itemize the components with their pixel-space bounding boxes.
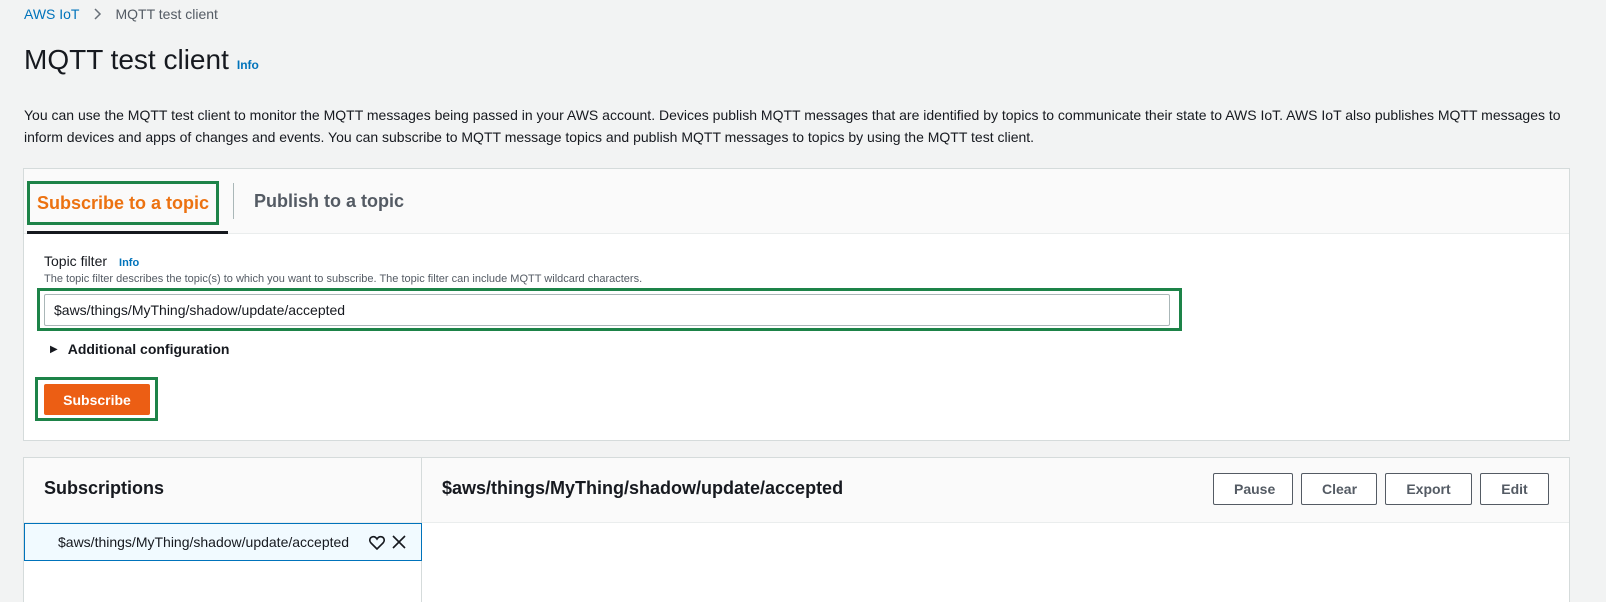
close-icon[interactable] bbox=[389, 532, 409, 552]
subscriptions-pane: Subscriptions $aws/things/MyThing/shadow… bbox=[24, 458, 422, 602]
clear-button[interactable]: Clear bbox=[1301, 473, 1377, 505]
messages-pane: $aws/things/MyThing/shadow/update/accept… bbox=[422, 458, 1569, 602]
edit-button[interactable]: Edit bbox=[1480, 473, 1549, 505]
subscriptions-title: Subscriptions bbox=[44, 478, 165, 498]
breadcrumb-aws-iot-link[interactable]: AWS IoT bbox=[24, 6, 80, 22]
page-description: You can use the MQTT test client to moni… bbox=[24, 107, 1561, 145]
tab-divider bbox=[233, 183, 234, 219]
topic-filter-description: The topic filter describes the topic(s) … bbox=[44, 273, 643, 285]
export-button[interactable]: Export bbox=[1385, 473, 1472, 505]
additional-configuration-label: Additional configuration bbox=[67, 341, 230, 357]
subscription-item[interactable]: $aws/things/MyThing/shadow/update/accept… bbox=[24, 523, 422, 561]
page-info-link[interactable]: Info bbox=[237, 58, 259, 72]
messages-actions: Pause Clear Export Edit bbox=[1213, 473, 1549, 505]
topic-filter-info-link[interactable]: Info bbox=[119, 257, 139, 269]
messages-topic-title: $aws/things/MyThing/shadow/update/accept… bbox=[442, 478, 844, 498]
page-title: MQTT test client bbox=[24, 44, 229, 75]
additional-configuration-toggle[interactable]: ▶ Additional configuration bbox=[50, 341, 229, 357]
breadcrumb: AWS IoT MQTT test client bbox=[24, 6, 218, 22]
tabs-bar: Subscribe to a topic Publish to a topic bbox=[24, 169, 1569, 234]
subscribe-publish-panel: Subscribe to a topic Publish to a topic … bbox=[23, 168, 1570, 441]
subscriptions-header: Subscriptions bbox=[24, 458, 421, 523]
topic-filter-label: Topic filter bbox=[44, 253, 108, 269]
page-header: MQTT test client Info bbox=[24, 44, 259, 76]
pause-button[interactable]: Pause bbox=[1213, 473, 1293, 505]
active-tab-indicator bbox=[27, 231, 228, 234]
tab-publish-to-a-topic[interactable]: Publish to a topic bbox=[254, 183, 404, 219]
breadcrumb-current: MQTT test client bbox=[115, 6, 218, 22]
subscriptions-panel: Subscriptions $aws/things/MyThing/shadow… bbox=[23, 457, 1570, 602]
subscription-topic: $aws/things/MyThing/shadow/update/accept… bbox=[58, 534, 350, 550]
heart-icon[interactable] bbox=[367, 532, 387, 552]
tab-subscribe-to-a-topic[interactable]: Subscribe to a topic bbox=[27, 181, 219, 225]
caret-right-icon: ▶ bbox=[50, 343, 58, 355]
messages-header: $aws/things/MyThing/shadow/update/accept… bbox=[422, 458, 1569, 523]
topic-filter-label-row: Topic filter Info bbox=[44, 253, 139, 269]
subscribe-button[interactable]: Subscribe bbox=[44, 384, 150, 415]
topic-filter-input[interactable] bbox=[44, 294, 1170, 326]
chevron-right-icon bbox=[93, 8, 102, 20]
